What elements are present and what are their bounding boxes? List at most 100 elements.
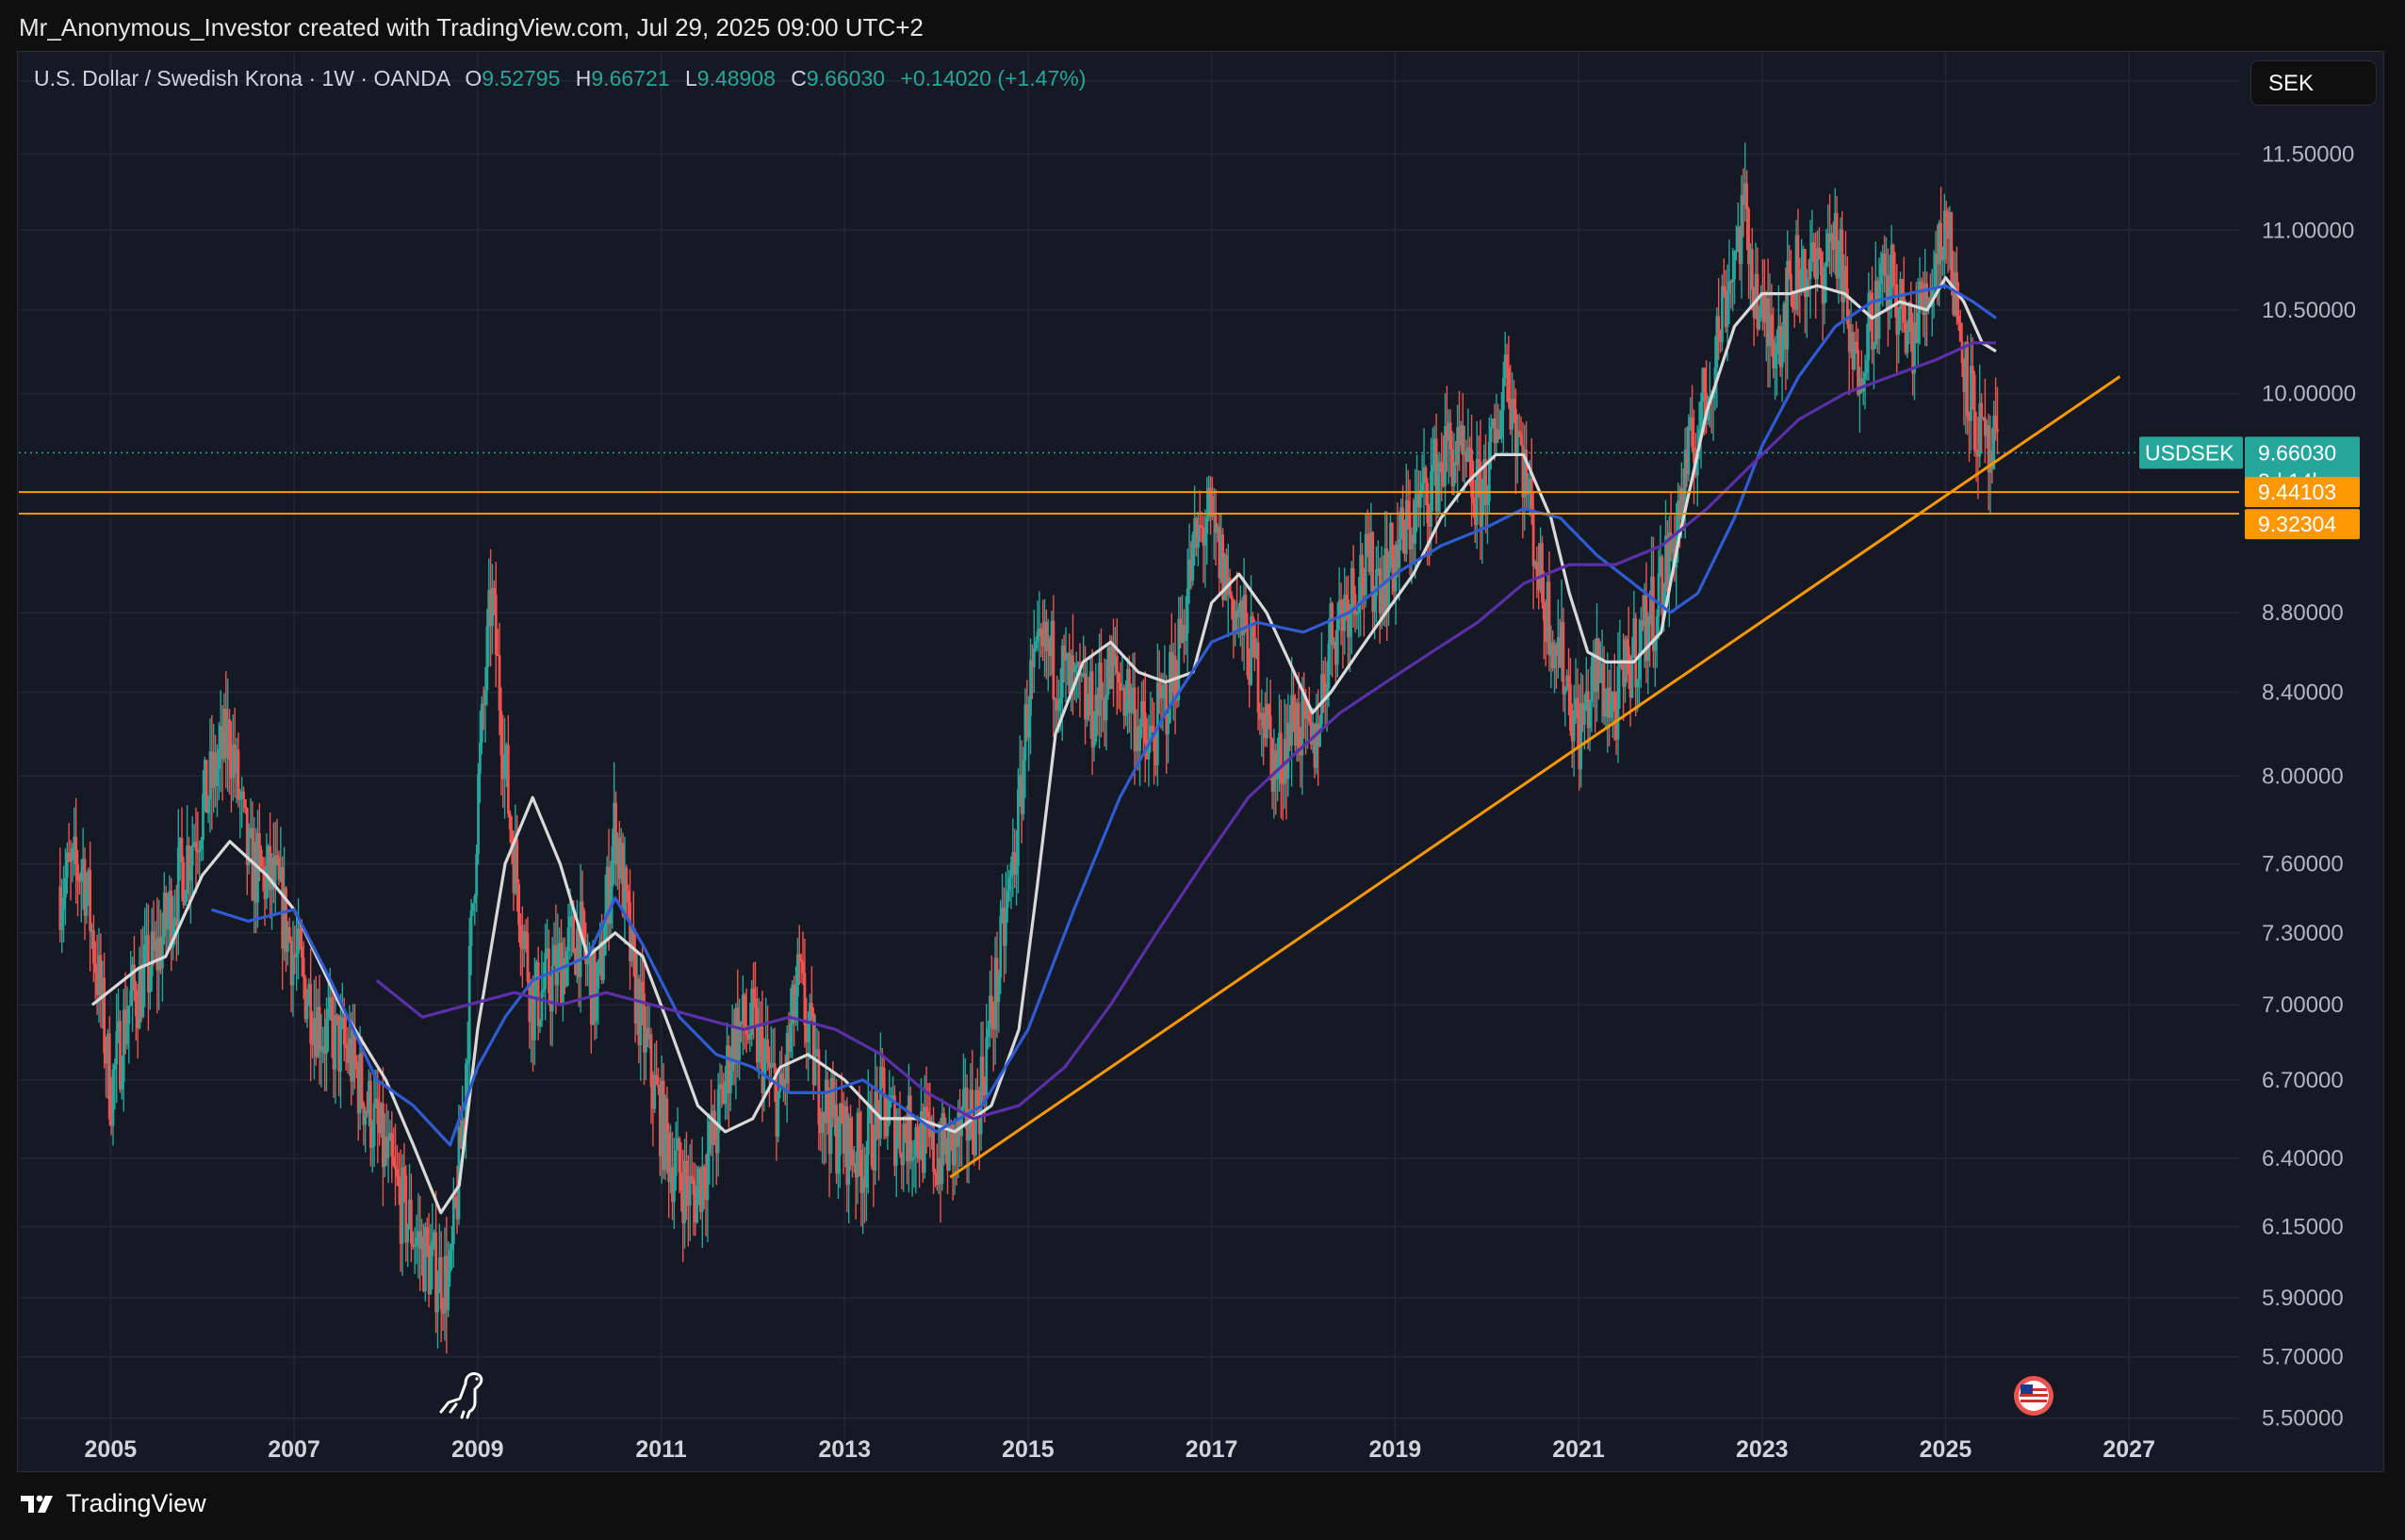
- candle-body: [436, 1292, 439, 1313]
- candle-body: [85, 890, 89, 916]
- candle-body: [566, 927, 570, 952]
- open-value: 9.52795: [482, 66, 561, 90]
- candle-body: [160, 936, 164, 969]
- candle-body: [206, 799, 210, 813]
- candle-body: [1072, 667, 1076, 673]
- candle-body: [1775, 343, 1778, 355]
- candle-body: [702, 1166, 706, 1193]
- candle-body: [789, 1024, 793, 1052]
- candle-body: [1461, 425, 1464, 455]
- candle-body: [401, 1167, 404, 1244]
- candle-body: [473, 895, 477, 904]
- candle-body: [1143, 713, 1147, 745]
- candle-body: [961, 1089, 965, 1109]
- change-value: +0.14020 (+1.47%): [900, 66, 1087, 90]
- candle-body: [1604, 714, 1608, 717]
- candle-body: [1535, 562, 1539, 579]
- candle-body: [1349, 612, 1351, 638]
- candle-body: [259, 849, 263, 867]
- candle-body: [1090, 671, 1094, 747]
- candle-body: [1627, 646, 1630, 675]
- price-chart[interactable]: 12.0000011.5000011.0000010.5000010.00000…: [0, 0, 2405, 1540]
- candle-body: [1916, 312, 1920, 343]
- candle-body: [536, 962, 540, 1026]
- candle-body: [1009, 862, 1013, 877]
- candle-body: [1612, 691, 1616, 713]
- candle-body: [1879, 264, 1883, 285]
- candle-body: [1151, 726, 1154, 731]
- candle-body: [1844, 266, 1847, 288]
- candle-body: [503, 754, 507, 779]
- candle-body: [1501, 377, 1505, 411]
- candle-body: [1563, 689, 1567, 695]
- candle-body: [342, 1017, 346, 1045]
- candle-body: [370, 1145, 374, 1148]
- candle-body: [1906, 331, 1909, 353]
- candle-body: [1321, 674, 1325, 683]
- currency-button[interactable]: SEK: [2250, 60, 2377, 106]
- candle-body: [91, 930, 95, 964]
- candle-body: [1124, 699, 1128, 716]
- candle-body: [1279, 732, 1283, 784]
- candle-body: [1366, 533, 1369, 545]
- candle-body: [1335, 614, 1339, 665]
- candle-body: [190, 844, 194, 866]
- candle-body: [1863, 372, 1867, 379]
- symbol-description: U.S. Dollar / Swedish Krona · 1W · OANDA: [34, 66, 450, 90]
- candle-body: [1292, 695, 1295, 722]
- candle-body: [865, 1155, 868, 1188]
- candle-body: [1902, 292, 1906, 323]
- candle-body: [1057, 704, 1060, 712]
- candle-body: [1531, 509, 1535, 566]
- candle-body: [475, 854, 479, 896]
- candle-body: [1971, 366, 1974, 375]
- candle-body: [888, 1100, 892, 1124]
- candle-body: [810, 1002, 813, 1013]
- candle-body: [396, 1169, 399, 1177]
- symbol-tag-label: USDSEK: [2145, 440, 2234, 465]
- candle-body: [1100, 663, 1103, 699]
- candle-body: [743, 994, 746, 1030]
- candle-body: [1267, 704, 1270, 716]
- candle-body: [1424, 467, 1428, 483]
- open-label: O: [465, 66, 483, 90]
- candle-body: [216, 768, 219, 786]
- candle-body: [1230, 595, 1234, 599]
- candle-body: [611, 846, 614, 887]
- candle-body: [1004, 907, 1007, 946]
- y-tick-label: 10.50000: [2262, 298, 2356, 323]
- candle-body: [1184, 632, 1187, 642]
- tradingview-brand[interactable]: TradingView: [19, 1489, 206, 1518]
- candle-body: [1883, 254, 1887, 276]
- candle-body: [1327, 643, 1331, 688]
- bottom-bar: [0, 1472, 2405, 1540]
- candle-body: [1588, 701, 1592, 729]
- candle-body: [1956, 316, 1960, 323]
- candle-body: [898, 1119, 902, 1155]
- candle-body: [1960, 341, 1964, 364]
- candle-body: [657, 1085, 660, 1088]
- symbol-legend: U.S. Dollar / Swedish Krona · 1W · OANDA…: [34, 66, 1086, 91]
- candle-body: [1117, 673, 1121, 683]
- candle-body: [985, 1037, 989, 1096]
- candle-body: [141, 963, 145, 1017]
- candle-body: [447, 1271, 450, 1311]
- candle-body: [1980, 402, 1984, 418]
- candle-body: [695, 1185, 699, 1222]
- candle-body: [506, 745, 510, 814]
- candle-body: [166, 916, 170, 929]
- time-axis: 2005 2007 2009 2011 2013 2015 2017 2019 2021 2023…: [85, 1436, 2155, 1463]
- candle-body: [1064, 659, 1068, 661]
- candle-body: [287, 926, 291, 942]
- candle-body: [757, 1024, 761, 1063]
- candle-body: [581, 901, 584, 910]
- candle-body: [1104, 695, 1108, 721]
- candle-body: [1032, 648, 1036, 668]
- candle-body: [299, 928, 302, 947]
- candle-body: [1691, 418, 1694, 448]
- candle-body: [386, 1139, 390, 1158]
- candle-body: [1740, 194, 1743, 264]
- candle-body: [1727, 281, 1731, 294]
- candle-body: [1958, 322, 1962, 342]
- candle-body: [1909, 303, 1913, 333]
